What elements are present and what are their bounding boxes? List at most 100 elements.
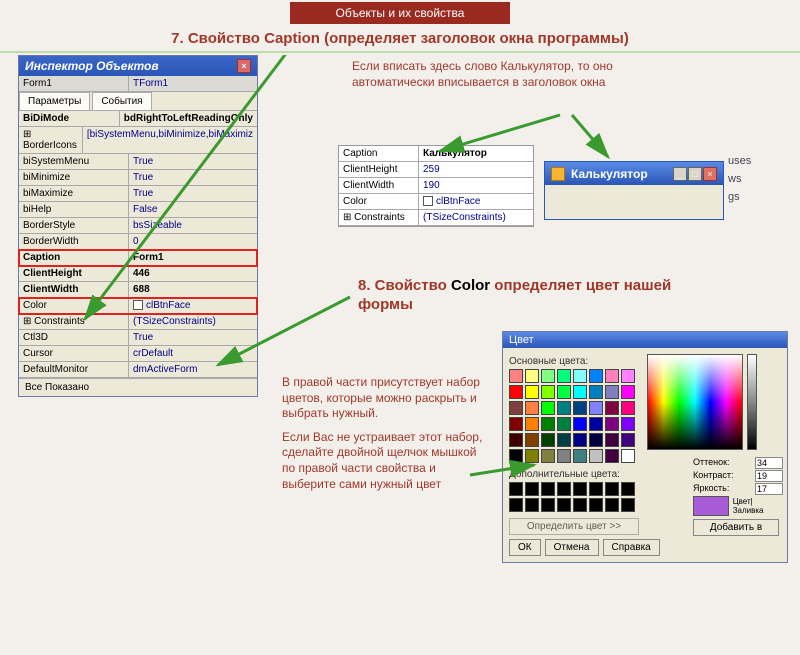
color-swatch[interactable] <box>541 482 555 496</box>
property-row[interactable]: biSystemMenuTrue <box>19 154 257 170</box>
color-swatch[interactable] <box>573 385 587 399</box>
property-value[interactable]: Калькулятор <box>419 146 533 161</box>
color-swatch[interactable] <box>589 401 603 415</box>
property-row[interactable]: BorderWidth0 <box>19 234 257 250</box>
property-row[interactable]: biHelpFalse <box>19 202 257 218</box>
color-swatch[interactable] <box>525 401 539 415</box>
property-row[interactable]: ⊞ Constraints(TSizeConstraints) <box>19 314 257 330</box>
color-swatch[interactable] <box>621 449 635 463</box>
color-swatch[interactable] <box>541 498 555 512</box>
property-value[interactable]: (TSizeConstraints) <box>419 210 533 225</box>
color-swatch[interactable] <box>573 417 587 431</box>
color-swatch[interactable] <box>541 417 555 431</box>
property-row[interactable]: ClientWidth688 <box>19 282 257 298</box>
color-swatch[interactable] <box>621 401 635 415</box>
sat-input[interactable] <box>755 470 783 482</box>
color-swatch[interactable] <box>589 385 603 399</box>
color-swatch[interactable] <box>589 449 603 463</box>
ok-button[interactable]: ОК <box>509 539 541 556</box>
property-value[interactable]: dmActiveForm <box>129 362 257 377</box>
property-row[interactable]: DefaultMonitordmActiveForm <box>19 362 257 378</box>
color-swatch[interactable] <box>557 401 571 415</box>
property-value[interactable]: clBtnFace <box>419 194 533 209</box>
color-swatch[interactable] <box>557 369 571 383</box>
color-swatch[interactable] <box>509 449 523 463</box>
property-row[interactable]: ClientHeight446 <box>19 266 257 282</box>
color-swatch[interactable] <box>573 401 587 415</box>
property-value[interactable]: 259 <box>419 162 533 177</box>
define-color-button[interactable]: Определить цвет >> <box>509 518 639 535</box>
sample-form-titlebar[interactable]: Калькулятор _□× <box>545 162 723 185</box>
color-swatch[interactable] <box>541 401 555 415</box>
color-swatch[interactable] <box>589 482 603 496</box>
property-value[interactable]: 190 <box>419 178 533 193</box>
color-spectrum[interactable] <box>647 354 743 450</box>
inspector-object-row[interactable]: Form1 TForm1 <box>19 76 257 92</box>
property-value[interactable]: bsSizeable <box>129 218 257 233</box>
color-swatch[interactable] <box>605 433 619 447</box>
maximize-icon[interactable]: □ <box>688 167 702 181</box>
color-swatch[interactable] <box>621 433 635 447</box>
color-swatch[interactable] <box>605 401 619 415</box>
property-value[interactable]: 446 <box>129 266 257 281</box>
color-swatch[interactable] <box>557 498 571 512</box>
color-swatch[interactable] <box>541 369 555 383</box>
color-swatch[interactable] <box>541 433 555 447</box>
color-swatch[interactable] <box>557 482 571 496</box>
color-swatch[interactable] <box>589 369 603 383</box>
close-icon[interactable]: × <box>237 59 251 73</box>
color-swatch[interactable] <box>621 369 635 383</box>
property-value[interactable]: (TSizeConstraints) <box>129 314 257 329</box>
color-swatch[interactable] <box>525 385 539 399</box>
color-swatch[interactable] <box>557 385 571 399</box>
property-row[interactable]: ClientHeight259 <box>339 162 533 178</box>
property-value[interactable]: crDefault <box>129 346 257 361</box>
property-value[interactable]: clBtnFace <box>129 298 257 313</box>
color-swatch[interactable] <box>605 482 619 496</box>
hue-input[interactable] <box>755 457 783 469</box>
color-swatch[interactable] <box>605 369 619 383</box>
color-swatch[interactable] <box>589 498 603 512</box>
color-swatch[interactable] <box>573 482 587 496</box>
color-swatch[interactable] <box>589 417 603 431</box>
property-row[interactable]: BiDiModebdRightToLeftReadingOnly <box>19 111 257 127</box>
minimize-icon[interactable]: _ <box>673 167 687 181</box>
color-swatch[interactable] <box>621 385 635 399</box>
cancel-button[interactable]: Отмена <box>545 539 599 556</box>
property-value[interactable]: False <box>129 202 257 217</box>
property-row[interactable]: ColorclBtnFace <box>339 194 533 210</box>
color-swatch[interactable] <box>557 433 571 447</box>
property-value[interactable]: True <box>129 170 257 185</box>
property-row[interactable]: biMaximizeTrue <box>19 186 257 202</box>
help-button[interactable]: Справка <box>603 539 660 556</box>
property-value[interactable]: True <box>129 330 257 345</box>
property-row[interactable]: CursorcrDefault <box>19 346 257 362</box>
color-swatch[interactable] <box>573 449 587 463</box>
property-value[interactable]: bdRightToLeftReadingOnly <box>120 111 257 126</box>
color-swatch[interactable] <box>621 498 635 512</box>
color-swatch[interactable] <box>509 433 523 447</box>
color-swatch[interactable] <box>541 449 555 463</box>
color-swatch[interactable] <box>525 369 539 383</box>
property-value[interactable]: 0 <box>129 234 257 249</box>
tab-params[interactable]: Параметры <box>19 92 90 110</box>
inspector-titlebar[interactable]: Инспектор Объектов × <box>19 56 257 76</box>
color-swatch[interactable] <box>525 417 539 431</box>
color-swatch[interactable] <box>525 482 539 496</box>
color-swatch[interactable] <box>605 498 619 512</box>
color-swatch[interactable] <box>525 498 539 512</box>
property-row[interactable]: BorderStylebsSizeable <box>19 218 257 234</box>
color-swatch[interactable] <box>509 369 523 383</box>
color-swatch[interactable] <box>589 433 603 447</box>
property-row[interactable]: ColorclBtnFace <box>19 298 257 314</box>
lum-input[interactable] <box>755 483 783 495</box>
property-row[interactable]: Ctl3DTrue <box>19 330 257 346</box>
color-swatch[interactable] <box>509 385 523 399</box>
color-swatch[interactable] <box>525 433 539 447</box>
color-swatch[interactable] <box>605 449 619 463</box>
property-value[interactable]: 688 <box>129 282 257 297</box>
color-swatch[interactable] <box>573 433 587 447</box>
property-row[interactable]: ClientWidth190 <box>339 178 533 194</box>
add-color-button[interactable]: Добавить в <box>693 519 779 536</box>
property-row[interactable]: biMinimizeTrue <box>19 170 257 186</box>
